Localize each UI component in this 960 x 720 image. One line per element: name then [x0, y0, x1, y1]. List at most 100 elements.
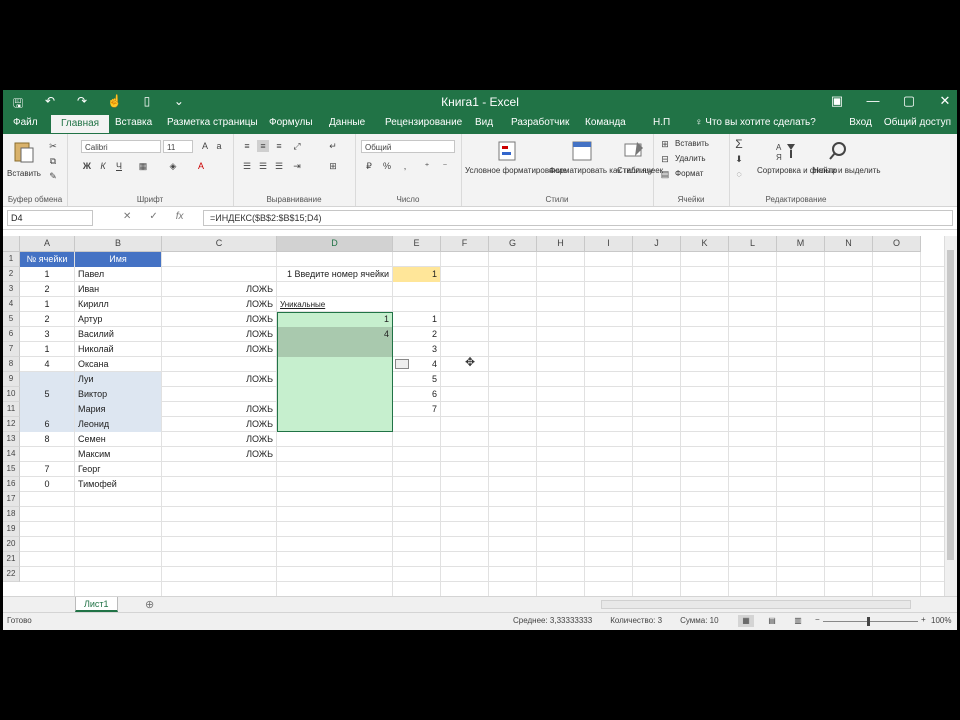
tab-home[interactable]: Главная [51, 115, 110, 133]
vertical-scroll-thumb[interactable] [947, 250, 954, 560]
align-left-icon[interactable]: ☰ [241, 160, 253, 172]
tab-page-layout[interactable]: Разметка страницы [167, 117, 258, 128]
format-painter-icon[interactable]: ✎ [47, 170, 59, 182]
cell-b-12[interactable]: Леонид [75, 417, 161, 432]
decrease-font-icon[interactable]: a [213, 140, 225, 152]
page-layout-view-icon[interactable]: ▤ [764, 615, 780, 627]
row-header-1[interactable]: 1 [3, 252, 20, 267]
tab-formulas[interactable]: Формулы [269, 117, 313, 128]
row-header-22[interactable]: 22 [3, 567, 20, 582]
cell-b-8[interactable]: Оксана [75, 357, 161, 372]
row-header-13[interactable]: 13 [3, 432, 20, 447]
currency-icon[interactable]: ₽ [363, 160, 375, 172]
row-header-15[interactable]: 15 [3, 462, 20, 477]
input-cell-e2[interactable]: 1 [393, 267, 440, 282]
cell-a-2[interactable]: 1 [20, 267, 74, 282]
result-cell-d5[interactable]: 1 [277, 312, 392, 327]
close-icon[interactable]: ✕ [937, 93, 953, 109]
result-cell-d7[interactable] [277, 342, 392, 357]
cell-c-14[interactable]: ЛОЖЬ [162, 447, 276, 462]
fill-icon[interactable]: ⬇ [733, 153, 745, 165]
thousands-icon[interactable]: , [399, 160, 411, 172]
minimize-icon[interactable]: — [865, 93, 881, 109]
font-color-icon[interactable]: A [195, 160, 207, 172]
italic-icon[interactable]: К [97, 160, 109, 172]
cell-c-11[interactable]: ЛОЖЬ [162, 402, 276, 417]
cell-a-4[interactable]: 1 [20, 297, 74, 312]
column-header-B[interactable]: B [75, 236, 162, 252]
result-cell-d10[interactable] [277, 387, 392, 402]
cell-a-6[interactable]: 3 [20, 327, 74, 342]
cell-a-12[interactable]: 6 [20, 417, 74, 432]
formula-input[interactable]: =ИНДЕКС($B$2:$B$15;D4) [203, 210, 953, 226]
merge-center-icon[interactable]: ⊞ [327, 160, 339, 172]
row-header-14[interactable]: 14 [3, 447, 20, 462]
vertical-scrollbar[interactable] [944, 236, 957, 596]
tell-me-search[interactable]: ♀ Что вы хотите сделать? [695, 117, 816, 128]
cell-a-10[interactable]: 5 [20, 387, 74, 402]
delete-cells-label[interactable]: Удалить [675, 154, 706, 163]
page-break-view-icon[interactable]: ▥ [790, 615, 806, 627]
cell-b-4[interactable]: Кирилл [75, 297, 161, 312]
sort-filter-icon[interactable]: АЯ [775, 140, 797, 162]
increase-decimal-icon[interactable]: ⁺ [421, 160, 433, 172]
zoom-in-icon[interactable]: + [921, 615, 926, 624]
cell-c-8[interactable] [162, 357, 276, 372]
result-cell-d11[interactable] [277, 402, 392, 417]
column-header-D[interactable]: D [277, 236, 393, 252]
cell-e-12[interactable]: 7 [393, 402, 440, 417]
cell-a-5[interactable]: 2 [20, 312, 74, 327]
align-right-icon[interactable]: ☰ [273, 160, 285, 172]
cell-a-15[interactable]: 7 [20, 462, 74, 477]
normal-view-icon[interactable]: ▦ [738, 615, 754, 627]
column-header-A[interactable]: A [20, 236, 75, 252]
cell-a-8[interactable]: 4 [20, 357, 74, 372]
tab-data[interactable]: Данные [329, 117, 365, 128]
cell-c-4[interactable]: ЛОЖЬ [162, 297, 276, 312]
cell-c-5[interactable]: ЛОЖЬ [162, 312, 276, 327]
insert-cells-icon[interactable]: ⊞ [659, 138, 671, 150]
add-sheet-icon[interactable]: ⊕ [145, 598, 154, 611]
cell-e-8[interactable]: 3 [393, 342, 440, 357]
result-cell-d12[interactable] [277, 417, 392, 432]
unique-label-d4[interactable]: Уникальные [277, 297, 392, 312]
row-header-17[interactable]: 17 [3, 492, 20, 507]
cell-b-15[interactable]: Георг [75, 462, 161, 477]
tab-file[interactable]: Файл [13, 117, 38, 128]
cell-b-2[interactable]: Павел [75, 267, 161, 282]
cell-b-5[interactable]: Артур [75, 312, 161, 327]
clear-icon[interactable]: ◌ [733, 168, 745, 180]
cell-b-13[interactable]: Семен [75, 432, 161, 447]
cell-e-6[interactable]: 1 [393, 312, 440, 327]
underline-icon[interactable]: Ч [113, 160, 125, 172]
font-name-select[interactable]: Calibri [81, 140, 161, 153]
find-select-icon[interactable] [827, 140, 849, 162]
tab-team[interactable]: Команда [585, 117, 626, 128]
insert-function-icon[interactable]: fx [176, 211, 184, 222]
tab-help[interactable]: Н.П [653, 117, 670, 128]
sheet-tab-1[interactable]: Лист1 [75, 597, 118, 612]
row-header-4[interactable]: 4 [3, 297, 20, 312]
spreadsheet-grid[interactable]: A B C D E F G H I J K L M N O 1 2 3 4 5 6 7 8 9 10 11 12 13 14 15 16 17… [3, 236, 957, 596]
row-header-2[interactable]: 2 [3, 267, 20, 282]
column-header-J[interactable]: J [633, 236, 681, 252]
cell-c-3[interactable]: ЛОЖЬ [162, 282, 276, 297]
delete-cells-icon[interactable]: ⊟ [659, 153, 671, 165]
increase-font-icon[interactable]: A [199, 140, 211, 152]
orientation-icon[interactable]: ⤢ [291, 140, 303, 152]
cell-e-10[interactable]: 5 [393, 372, 440, 387]
column-header-C[interactable]: C [162, 236, 277, 252]
cell-c-2[interactable] [162, 267, 276, 282]
copy-icon[interactable]: ⧉ [47, 155, 59, 167]
horizontal-scrollbar[interactable] [601, 600, 911, 609]
decrease-decimal-icon[interactable]: ⁻ [439, 160, 451, 172]
cell-a-7[interactable]: 1 [20, 342, 74, 357]
cell-a-11[interactable] [20, 402, 74, 417]
result-cell-d6[interactable]: 4 [277, 327, 392, 342]
conditional-formatting-icon[interactable] [497, 140, 519, 162]
borders-icon[interactable]: ▦ [137, 160, 149, 172]
cell-b-9[interactable]: Луи [75, 372, 161, 387]
zoom-out-icon[interactable]: − [815, 615, 820, 624]
format-cells-icon[interactable]: ▤ [659, 168, 671, 180]
cell-e-7[interactable]: 2 [393, 327, 440, 342]
